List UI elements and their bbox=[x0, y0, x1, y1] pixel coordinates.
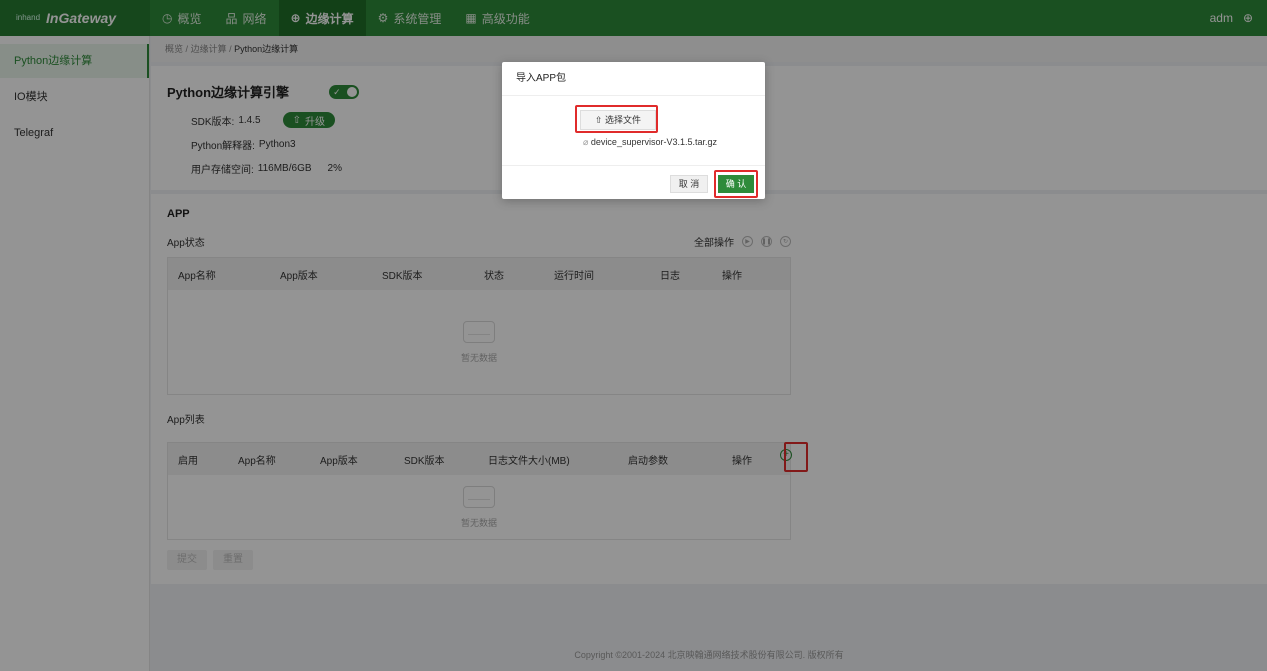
dialog-body: ⇧ 选择文件 ⌀ device_supervisor-V3.1.5.tar.gz bbox=[502, 96, 765, 166]
choose-file-label: 选择文件 bbox=[605, 115, 642, 125]
paperclip-icon: ⌀ bbox=[583, 137, 591, 147]
cancel-button[interactable]: 取 消 bbox=[670, 175, 708, 193]
upload-icon: ⇧ bbox=[594, 115, 606, 125]
confirm-button[interactable]: 确 认 bbox=[718, 175, 754, 193]
import-app-dialog: 导入APP包 ⇧ 选择文件 ⌀ device_supervisor-V3.1.5… bbox=[502, 62, 765, 199]
dialog-footer: 取 消 确 认 bbox=[502, 166, 765, 199]
choose-file-button[interactable]: ⇧ 选择文件 bbox=[580, 110, 656, 130]
file-name: device_supervisor-V3.1.5.tar.gz bbox=[590, 137, 717, 147]
dialog-title: 导入APP包 bbox=[502, 62, 765, 96]
selected-file: ⌀ device_supervisor-V3.1.5.tar.gz bbox=[583, 137, 717, 148]
